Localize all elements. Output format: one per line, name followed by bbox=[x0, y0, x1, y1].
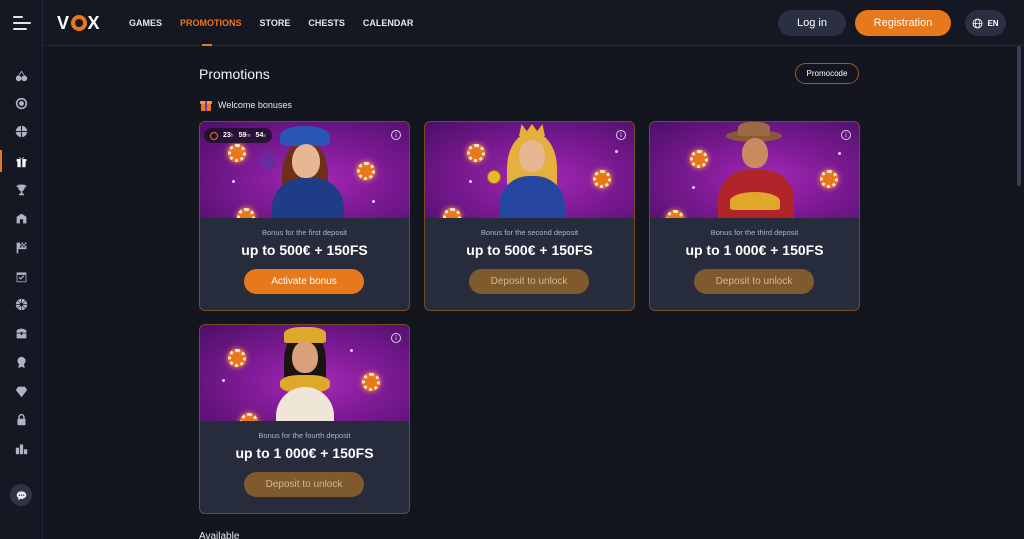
section-title: Welcome bonuses bbox=[218, 100, 292, 110]
diamond-icon[interactable] bbox=[0, 380, 43, 402]
shop-icon[interactable] bbox=[0, 207, 43, 229]
badge-icon[interactable] bbox=[0, 351, 43, 373]
app: VX GAMES PROMOTIONS STORE CHESTS CALENDA… bbox=[0, 0, 1024, 539]
clock-icon bbox=[210, 131, 218, 140]
section-available: Available bbox=[199, 531, 240, 539]
nav-chests[interactable]: CHESTS bbox=[308, 0, 345, 46]
card-subtitle: Bonus for the first deposit bbox=[261, 228, 348, 237]
sidebar bbox=[0, 0, 43, 539]
race-flag-icon[interactable] bbox=[0, 236, 43, 258]
gift-icon[interactable] bbox=[0, 150, 43, 172]
info-icon[interactable]: i bbox=[391, 130, 401, 140]
bonus-card-third-deposit: i Bonus for the third deposit up to 1 00… bbox=[649, 121, 860, 311]
card-image-explorer: i bbox=[650, 122, 859, 218]
scroll-thumb[interactable] bbox=[1017, 46, 1021, 186]
gift-icon bbox=[200, 99, 212, 111]
card-image-queen: i bbox=[425, 122, 634, 218]
nav-games[interactable]: GAMES bbox=[129, 0, 162, 46]
menu-toggle-icon[interactable] bbox=[13, 16, 31, 30]
chat-icon[interactable] bbox=[10, 484, 32, 506]
card-subtitle: Bonus for the third deposit bbox=[710, 228, 799, 237]
card-title: up to 500€ + 150FS bbox=[241, 242, 368, 258]
card-subtitle: Bonus for the second deposit bbox=[480, 228, 579, 237]
main-nav: GAMES PROMOTIONS STORE CHESTS CALENDAR bbox=[129, 0, 431, 46]
globe-icon bbox=[973, 18, 983, 28]
countdown-timer: 23h 59m 54s bbox=[204, 128, 272, 143]
card-subtitle: Bonus for the fourth deposit bbox=[258, 431, 351, 440]
info-icon[interactable]: i bbox=[616, 130, 626, 140]
card-title: up to 1 000€ + 150FS bbox=[235, 445, 374, 461]
language-selector[interactable]: EN bbox=[965, 10, 1006, 36]
card-title: up to 500€ + 150FS bbox=[466, 242, 593, 258]
bonus-card-second-deposit: i Bonus for the second deposit up to 500… bbox=[424, 121, 635, 311]
chest-icon[interactable] bbox=[0, 322, 43, 344]
promocode-button[interactable]: Promocode bbox=[795, 63, 859, 84]
nav-calendar[interactable]: CALENDAR bbox=[363, 0, 414, 46]
bonus-card-first-deposit: 23h 59m 54s i Bonus for the first deposi… bbox=[199, 121, 410, 311]
card-image-jester: 23h 59m 54s i bbox=[200, 122, 409, 218]
page-scrollbar[interactable] bbox=[1016, 46, 1022, 539]
target-icon[interactable] bbox=[0, 92, 43, 114]
language-label: EN bbox=[987, 18, 999, 28]
deposit-to-unlock-button[interactable]: Deposit to unlock bbox=[694, 269, 814, 294]
info-icon[interactable]: i bbox=[391, 333, 401, 343]
page-title: Promotions bbox=[199, 66, 270, 82]
deposit-to-unlock-button[interactable]: Deposit to unlock bbox=[469, 269, 589, 294]
section-welcome-bonuses: Welcome bonuses bbox=[200, 99, 292, 111]
nav-promotions[interactable]: PROMOTIONS bbox=[180, 0, 242, 46]
registration-button[interactable]: Registration bbox=[855, 10, 951, 36]
cherries-icon[interactable] bbox=[0, 64, 43, 86]
leaderboard-icon[interactable] bbox=[0, 437, 43, 459]
card-title: up to 1 000€ + 150FS bbox=[685, 242, 824, 258]
bonus-card-fourth-deposit: i Bonus for the fourth deposit up to 1 0… bbox=[199, 324, 410, 514]
lock-icon[interactable] bbox=[0, 408, 43, 430]
card-image-cleopatra: i bbox=[200, 325, 409, 421]
info-icon[interactable]: i bbox=[841, 130, 851, 140]
top-header: VX GAMES PROMOTIONS STORE CHESTS CALENDA… bbox=[43, 0, 1024, 46]
activate-bonus-button[interactable]: Activate bonus bbox=[244, 269, 364, 294]
basketball-icon[interactable] bbox=[0, 120, 43, 142]
brand-logo[interactable]: VX bbox=[57, 13, 100, 33]
deposit-to-unlock-button[interactable]: Deposit to unlock bbox=[244, 472, 364, 497]
trophy-icon[interactable] bbox=[0, 178, 43, 200]
login-button[interactable]: Log in bbox=[778, 10, 846, 36]
calendar-icon[interactable] bbox=[0, 265, 43, 287]
wheel-icon[interactable] bbox=[0, 293, 43, 315]
nav-store[interactable]: STORE bbox=[260, 0, 291, 46]
